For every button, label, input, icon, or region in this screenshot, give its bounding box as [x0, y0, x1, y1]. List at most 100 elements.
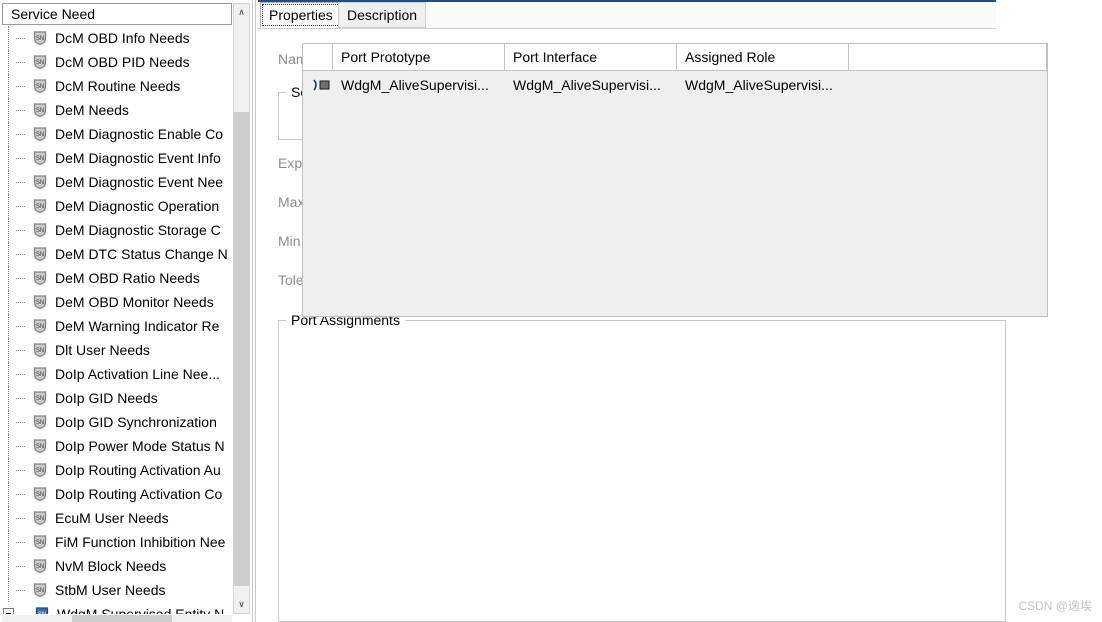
- svg-text:SN: SN: [36, 564, 44, 570]
- tree-item-23[interactable]: SNStbM User Needs: [2, 578, 232, 602]
- service-need-shield-icon: SN: [32, 78, 48, 94]
- scroll-down-arrow-icon[interactable]: ∨: [234, 596, 249, 613]
- tree-elbow-line: [16, 530, 32, 554]
- tree-item-4[interactable]: SNDeM Diagnostic Enable Co: [2, 122, 232, 146]
- service-need-shield-icon: SN: [32, 294, 48, 310]
- tree-elbow-line: [16, 122, 32, 146]
- tree-indent-guide: [2, 170, 16, 194]
- tree-item-9[interactable]: SNDeM DTC Status Change N: [2, 242, 232, 266]
- tree-item-20[interactable]: SNEcuM User Needs: [2, 506, 232, 530]
- tree-elbow-line: [16, 50, 32, 74]
- tree-item-label: DoIp Power Mode Status N: [53, 438, 227, 454]
- tree-item-7[interactable]: SNDeM Diagnostic Operation: [2, 194, 232, 218]
- svg-text:SN: SN: [36, 252, 44, 258]
- cell-port-prototype: WdgM_AliveSupervisi...: [333, 71, 505, 98]
- tree-horizontal-scrollbar[interactable]: [2, 615, 232, 622]
- watermark: CSDN @逸埃: [1018, 597, 1092, 614]
- port-assignments-group: [278, 320, 1006, 622]
- column-header-assigned-role[interactable]: Assigned Role: [677, 44, 849, 70]
- tree-item-19[interactable]: SNDoIp Routing Activation Co: [2, 482, 232, 506]
- tree-elbow-line: [16, 386, 32, 410]
- column-header-extra[interactable]: [849, 44, 1047, 70]
- tree-indent-guide: [2, 266, 16, 290]
- tree-indent-guide: [2, 506, 16, 530]
- tree-item-18[interactable]: SN DoIp Routing Activation Au: [2, 458, 232, 482]
- tree-indent-guide: [2, 482, 16, 506]
- tree-indent-guide: [2, 458, 16, 482]
- tree-item-14[interactable]: SNDoIp Activation Line Nee...: [2, 362, 232, 386]
- tree-item-label: DeM Warning Indicator Re: [53, 318, 221, 334]
- tree-item-11[interactable]: SNDeM OBD Monitor Needs: [2, 290, 232, 314]
- service-need-shield-icon: SN: [32, 102, 48, 118]
- expander-collapse-icon[interactable]: [2, 602, 18, 614]
- cell-port-interface: WdgM_AliveSupervisi...: [505, 71, 677, 98]
- tree-item-15[interactable]: SN DoIp GID Needs: [2, 386, 232, 410]
- tree-item-5[interactable]: SNDeM Diagnostic Event Info: [2, 146, 232, 170]
- tree-item-10[interactable]: SNDeM OBD Ratio Needs: [2, 266, 232, 290]
- scrollbar-thumb[interactable]: [234, 112, 249, 586]
- tree-indent-guide: [2, 578, 16, 602]
- tree-item-label: DoIp GID Needs: [53, 390, 160, 406]
- tree-item-22[interactable]: SN NvM Block Needs: [2, 554, 232, 578]
- tree-item-label: DoIp Routing Activation Au: [53, 462, 223, 478]
- tree-item-3[interactable]: SNDeM Needs: [2, 98, 232, 122]
- service-need-shield-icon: SN: [32, 462, 48, 478]
- service-need-shield-icon: SN: [32, 558, 48, 574]
- tree-list[interactable]: SNDcM OBD Info NeedsSNDcM OBD PID NeedsS…: [2, 26, 232, 614]
- service-need-shield-icon: SN: [32, 534, 48, 550]
- chevron-up-icon: ∧: [238, 7, 245, 18]
- tree-elbow-line: [16, 482, 32, 506]
- tree-item-label: DeM Diagnostic Enable Co: [53, 126, 225, 142]
- tree-item-16[interactable]: SNDoIp GID Synchronization: [2, 410, 232, 434]
- service-need-shield-icon: SN: [32, 150, 48, 166]
- service-need-shield-icon: SN: [32, 30, 48, 46]
- tab-properties-label: Properties: [269, 7, 333, 23]
- tree-item-17[interactable]: SNDoIp Power Mode Status N: [2, 434, 232, 458]
- service-need-shield-icon: SN: [32, 54, 48, 70]
- cell-assigned-role: WdgM_AliveSupervisi...: [677, 71, 849, 98]
- table-row[interactable]: WdgM_AliveSupervisi... WdgM_AliveSupervi…: [303, 71, 1047, 98]
- column-header-port-prototype[interactable]: Port Prototype: [333, 44, 505, 70]
- column-header-marker[interactable]: [303, 44, 333, 70]
- tree-item-24[interactable]: SN WdgM Supervised Entity N: [2, 602, 232, 614]
- tree-indent-guide: [2, 410, 16, 434]
- table-header-row: Port Prototype Port Interface Assigned R…: [303, 44, 1047, 71]
- svg-text:SN: SN: [36, 276, 44, 282]
- tree-indent-guide: [2, 50, 16, 74]
- tree-item-label: NvM Block Needs: [53, 558, 168, 574]
- tree-item-21[interactable]: SNFiM Function Inhibition Nee: [2, 530, 232, 554]
- tree-item-label: DcM OBD PID Needs: [53, 54, 192, 70]
- scroll-up-arrow-icon[interactable]: ∧: [234, 4, 249, 21]
- service-need-shield-icon: SN: [34, 606, 50, 614]
- service-need-shield-icon: SN: [32, 102, 48, 118]
- scrollbar-thumb-horizontal[interactable]: [72, 615, 172, 622]
- tree-item-13[interactable]: SNDlt User Needs: [2, 338, 232, 362]
- tree-item-2[interactable]: SNDcM Routine Needs: [2, 74, 232, 98]
- service-need-shield-icon: SN: [32, 486, 48, 502]
- tree-item-8[interactable]: SNDeM Diagnostic Storage C: [2, 218, 232, 242]
- tree-elbow-line: [16, 98, 32, 122]
- svg-text:SN: SN: [36, 540, 44, 546]
- service-need-shield-icon: SN: [32, 78, 48, 94]
- service-need-shield-icon: SN: [32, 198, 48, 214]
- tree-item-label: DeM Diagnostic Event Nee: [53, 174, 225, 190]
- svg-text:SN: SN: [38, 612, 46, 614]
- service-need-shield-icon: SN: [32, 30, 48, 46]
- tree-elbow-line: [16, 26, 32, 50]
- tree-item-1[interactable]: SN DcM OBD PID Needs: [2, 50, 232, 74]
- tree-item-label: StbM User Needs: [53, 582, 167, 598]
- panel-splitter[interactable]: [252, 0, 256, 622]
- tree-item-12[interactable]: SNDeM Warning Indicator Re: [2, 314, 232, 338]
- tree-item-6[interactable]: SNDeM Diagnostic Event Nee: [2, 170, 232, 194]
- tree-item-label: DcM OBD Info Needs: [53, 30, 192, 46]
- tree-indent-guide: [2, 434, 16, 458]
- tree-item-0[interactable]: SN DcM OBD Info Needs: [2, 26, 232, 50]
- tree-indent-guide: [2, 146, 16, 170]
- service-need-shield-icon: SN: [32, 390, 48, 406]
- column-header-port-interface[interactable]: Port Interface: [505, 44, 677, 70]
- tab-description[interactable]: Description: [338, 2, 426, 28]
- port-assignments-table[interactable]: Port Prototype Port Interface Assigned R…: [302, 43, 1048, 317]
- tab-properties[interactable]: Properties: [260, 2, 342, 28]
- tree-item-label: WdgM Supervised Entity N: [55, 606, 226, 614]
- tree-vertical-scrollbar[interactable]: ∧ ∨: [233, 3, 250, 614]
